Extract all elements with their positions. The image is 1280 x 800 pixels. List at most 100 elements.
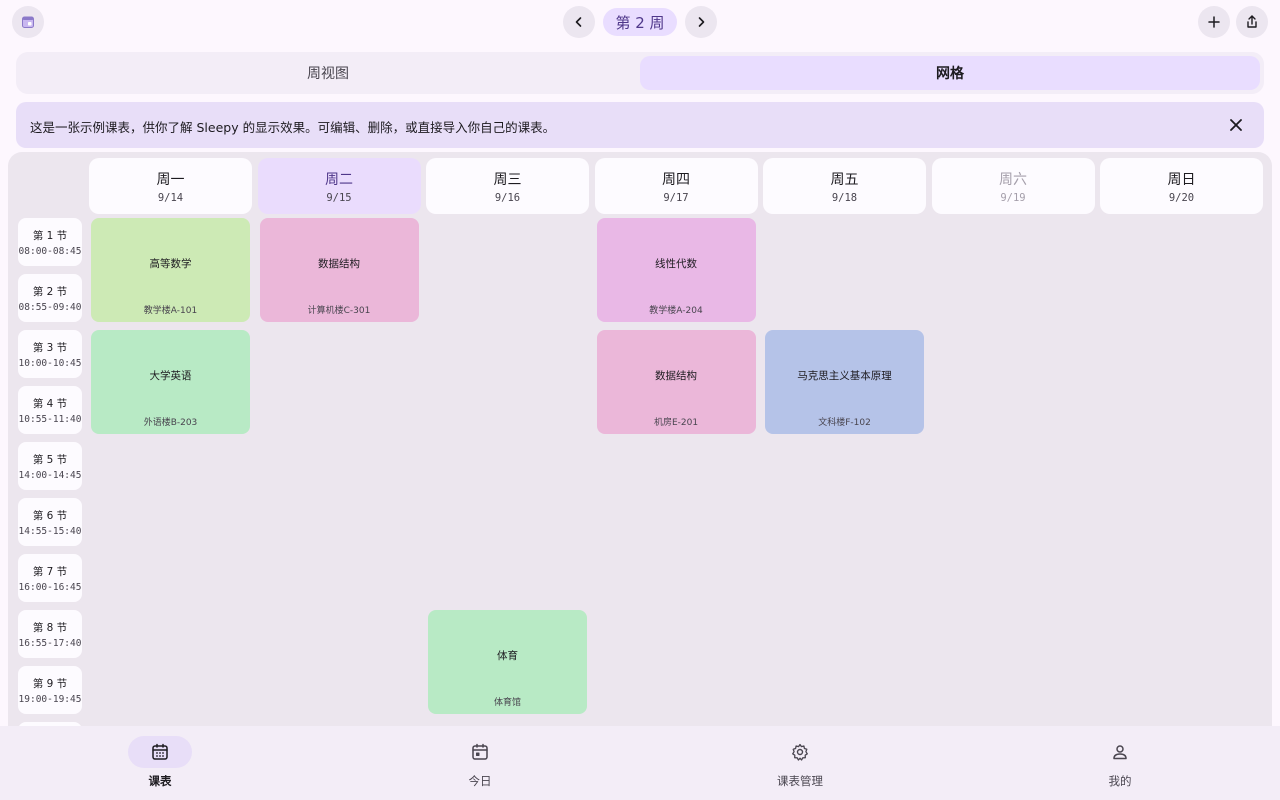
course-card[interactable]: 马克思主义基本原理 文科楼F-102: [765, 330, 924, 434]
nav-schedule[interactable]: 课表: [80, 726, 240, 800]
next-week-button[interactable]: [685, 6, 717, 38]
view-switch: 周视图 网格: [16, 52, 1264, 94]
top-app-bar: 第 2 周: [0, 0, 1280, 44]
share-button[interactable]: [1236, 6, 1268, 38]
day-name: 周六: [999, 171, 1027, 188]
period-label: 第 2 节 08:55-09:40: [18, 274, 82, 322]
nav-schedule-indicator: [128, 736, 192, 768]
course-location: 教学楼A-101: [143, 306, 198, 316]
course-card[interactable]: 高等数学教学楼A-101: [91, 218, 250, 322]
period-label: 第 6 节 14:55-15:40: [18, 498, 82, 546]
period-label: 第 3 节 10:00-10:45: [18, 330, 82, 378]
calendar-today-icon: [472, 743, 488, 760]
course-name: 线性代数: [655, 258, 697, 270]
course-card[interactable]: 数据结构机房E-201: [596, 330, 756, 434]
nav-today[interactable]: 今日: [400, 726, 560, 800]
period-number: 第 3 节: [32, 341, 68, 354]
course-location: 机房E-201: [653, 418, 699, 428]
add-course-button[interactable]: [1198, 6, 1230, 38]
day-name: 周四: [662, 171, 690, 188]
period-time: 19:00-19:45: [18, 693, 82, 705]
period-number: 第 6 节: [32, 509, 68, 522]
course-location: 计算机楼C-301: [307, 306, 371, 316]
course-card[interactable]: 数据结构计算机楼C-301: [259, 218, 419, 322]
nav-schedule-label: 课表: [148, 774, 172, 788]
day-name: 周日: [1167, 171, 1196, 188]
course-location: 体育馆: [493, 698, 521, 708]
calendar-grid-icon: [152, 743, 168, 760]
day-header: 周二 9/15: [257, 158, 421, 214]
course-name: 数据结构: [318, 258, 360, 270]
current-week-label[interactable]: 第 2 周: [603, 8, 677, 36]
day-header: 周六 9/19: [931, 158, 1095, 214]
nav-management-label: 课表管理: [777, 774, 823, 788]
day-date: 9/17: [663, 191, 689, 204]
course-card[interactable]: 线性代数 教学楼A-204: [596, 218, 756, 322]
course-name: 数据结构: [655, 370, 697, 382]
period-label: 第 8 节 16:55-17:40: [18, 610, 82, 658]
nav-today-label: 今日: [468, 774, 492, 788]
day-header: 周四 9/17: [594, 158, 758, 214]
period-number: 第 5 节: [32, 453, 68, 466]
chevron-left-icon: [575, 17, 582, 27]
day-name: 周二: [325, 171, 353, 188]
period-label: 第 1 节 08:00-08:45: [18, 218, 82, 266]
period-number: 第 9 节: [32, 677, 68, 690]
day-date: 9/20: [1168, 191, 1195, 204]
period-label: 第 5 节 14:00-14:45: [18, 442, 82, 490]
day-name: 周一: [156, 171, 185, 188]
chevron-right-icon: [698, 17, 705, 27]
period-label: 第 4 节 10:55-11:40: [18, 386, 82, 434]
period-time: 14:00-14:45: [18, 469, 82, 481]
day-header: 周五 9/18: [763, 158, 926, 214]
app-icon-button[interactable]: [12, 6, 44, 38]
nav-schedule-management[interactable]: 课表管理: [720, 726, 880, 800]
course-card[interactable]: 大学英语外语楼B-203: [91, 330, 250, 434]
period-time: 08:55-09:40: [18, 301, 82, 313]
prev-week-button[interactable]: [563, 6, 595, 38]
plus-icon: [1208, 16, 1220, 28]
nav-profile-label: 我的: [1108, 774, 1132, 788]
calendar-app-icon: [22, 16, 34, 28]
day-date: 9/18: [831, 191, 858, 204]
bottom-navigation: 课表 今日 课表管理 我的: [0, 726, 1280, 800]
period-number: 第 1 节: [32, 229, 68, 242]
course-name: 马克思主义基本原理: [797, 370, 892, 382]
period-time: 08:00-08:45: [18, 245, 82, 257]
period-time: 14:55-15:40: [18, 525, 82, 537]
course-card[interactable]: 体育 体育馆: [428, 610, 587, 714]
tab-grid[interactable]: 网格: [640, 56, 1260, 90]
schedule-grid: 周一 9/14 周二 9/15 周三 9/16 周四 9/17 周五 9/18 周六 9/19 周日 9/…: [8, 152, 1272, 726]
course-name: 高等数学: [149, 258, 192, 270]
gear-icon: [792, 743, 808, 761]
period-time: 16:00-16:45: [18, 581, 82, 593]
period-number: 第 4 节: [32, 397, 68, 410]
day-header: 周一 9/14: [89, 158, 252, 214]
day-date: 9/14: [157, 191, 184, 204]
period-number: 第 7 节: [32, 565, 68, 578]
period-time: 16:55-17:40: [18, 637, 82, 649]
period-time: 10:55-11:40: [18, 413, 82, 425]
share-icon: [1247, 15, 1257, 28]
tab-week-view[interactable]: 周视图: [20, 56, 636, 90]
day-header: 周三 9/16: [426, 158, 589, 214]
day-date: 9/19: [1000, 191, 1026, 204]
day-header: 周日 9/20: [1100, 158, 1263, 214]
period-time: 10:00-10:45: [18, 357, 82, 369]
banner-close-button[interactable]: [1226, 115, 1246, 135]
sample-schedule-banner: 这是一张示例课表，供你了解 Sleepy 的显示效果。可编辑、删除，或直接导入你…: [16, 102, 1264, 148]
nav-profile-indicator: [1088, 736, 1152, 768]
course-name: 大学英语: [149, 370, 192, 382]
period-number: 第 2 节: [32, 285, 68, 298]
day-name: 周三: [493, 171, 522, 188]
nav-profile[interactable]: 我的: [1040, 726, 1200, 800]
banner-text: 这是一张示例课表，供你了解 Sleepy 的显示效果。可编辑、删除，或直接导入你…: [30, 120, 556, 135]
person-icon: [1113, 745, 1127, 760]
course-location: 文科楼F-102: [818, 418, 871, 428]
period-number: 第 8 节: [32, 621, 68, 634]
period-label: 第 9 节 19:00-19:45: [18, 666, 82, 714]
nav-today-indicator: [448, 736, 512, 768]
nav-management-indicator: [768, 736, 832, 768]
day-date: 9/16: [494, 191, 521, 204]
course-location: 外语楼B-203: [143, 418, 198, 428]
